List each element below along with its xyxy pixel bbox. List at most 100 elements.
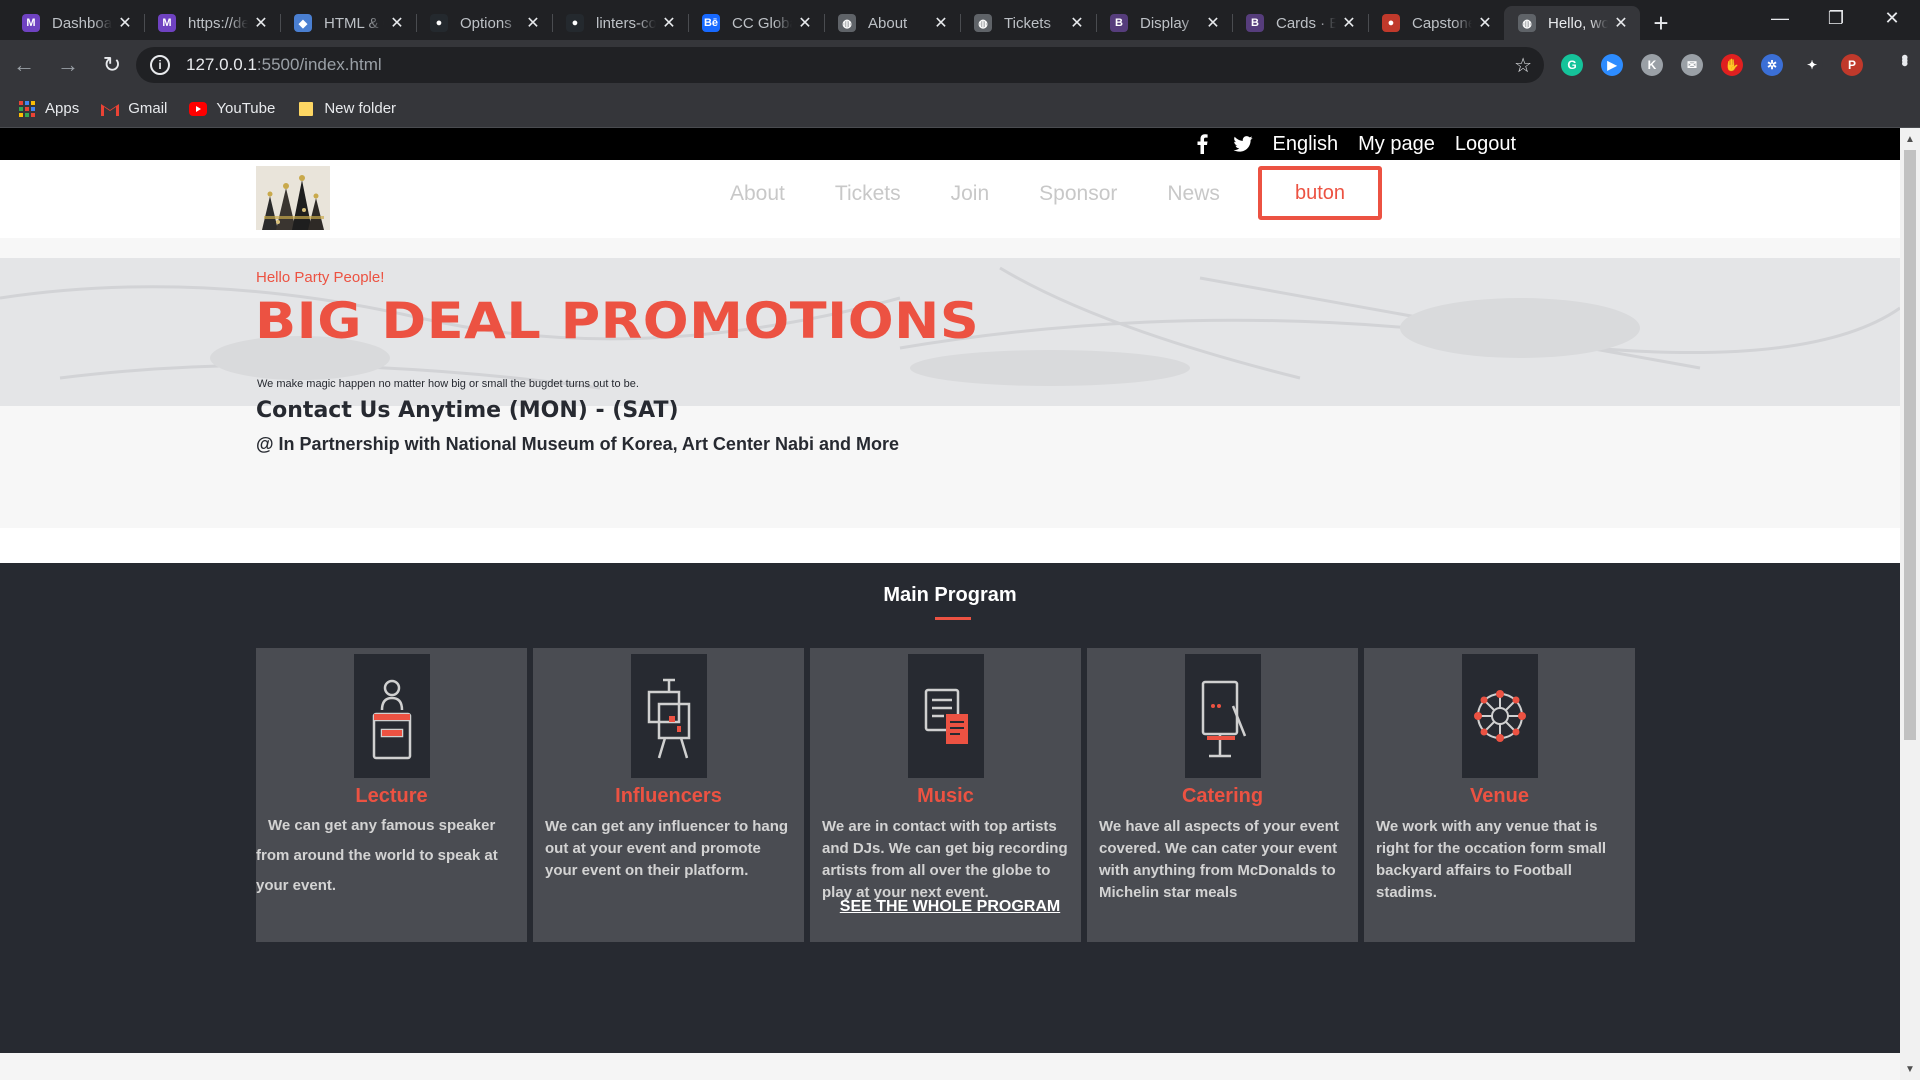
bookmark-label: Gmail <box>128 100 168 117</box>
hand-icon[interactable]: ✋ <box>1716 49 1748 81</box>
close-window-icon[interactable]: ✕ <box>1864 0 1920 36</box>
facebook-icon[interactable] <box>1193 134 1213 154</box>
browser-tab[interactable]: ● linters-config✕ <box>552 6 688 40</box>
scroll-thumb[interactable] <box>1904 150 1916 740</box>
logout-link[interactable]: Logout <box>1455 133 1516 156</box>
close-icon[interactable]: ✕ <box>660 13 678 33</box>
globe-icon: ◍ <box>974 14 992 32</box>
tab-title: About <box>868 14 908 32</box>
window-controls: — ❐ ✕ <box>1752 0 1920 40</box>
browser-tab[interactable]: ● Options ✕ <box>416 6 552 40</box>
browser-tab[interactable]: Mhttps://dev✕ <box>144 6 280 40</box>
reload-icon[interactable]: ↻ <box>92 45 132 85</box>
restore-icon[interactable]: ❐ <box>1808 0 1864 36</box>
scroll-up-icon[interactable]: ▲ <box>1900 130 1920 148</box>
browser-tab[interactable]: ● Capstone ✕ <box>1368 6 1504 40</box>
browser-toolbar: ← → ↻ i 127.0.0.1:5500/index.html ☆ G ▶ K ✉… <box>0 40 1920 90</box>
card-title: Catering <box>1181 785 1264 807</box>
back-arrow-icon[interactable]: ← <box>4 45 44 85</box>
zoom-icon[interactable]: ▶ <box>1596 49 1628 81</box>
close-icon[interactable]: ✕ <box>1612 13 1630 33</box>
puzzle-icon[interactable]: ✦ <box>1796 49 1828 81</box>
nav-tickets[interactable]: Tickets <box>835 182 901 206</box>
snowflake-icon[interactable]: ✲ <box>1756 49 1788 81</box>
card-description: We can get any influencer to hang out at… <box>545 818 789 879</box>
bootstrap-icon: B <box>1110 14 1128 32</box>
nav-about[interactable]: About <box>730 182 785 206</box>
browser-tab[interactable]: B Display ✕ <box>1096 6 1232 40</box>
section-title: Main Program <box>883 584 1017 606</box>
tab-list: MDashboard✕Mhttps://dev✕◆HTML & CSS✕●Opt… <box>8 6 1640 40</box>
bookmark-gmail[interactable]: Gmail <box>101 100 167 118</box>
close-icon[interactable]: ✕ <box>1204 13 1222 33</box>
site-logo[interactable] <box>256 166 330 230</box>
scroll-down-icon[interactable]: ▼ <box>1900 1060 1920 1078</box>
close-icon[interactable]: ✕ <box>796 13 814 33</box>
card-title: Lecture <box>355 785 428 807</box>
grammarly-icon[interactable]: G <box>1556 49 1588 81</box>
tab-title: Options <box>460 14 512 32</box>
k-extension-icon[interactable]: K <box>1636 49 1668 81</box>
nav-news[interactable]: News <box>1167 182 1220 206</box>
browser-tab[interactable]: ◍ About ✕ <box>824 6 960 40</box>
bookmark-apps[interactable]: Apps <box>18 100 79 118</box>
minimize-icon[interactable]: — <box>1752 0 1808 36</box>
browser-tab[interactable]: M Dashboard✕ <box>8 6 144 40</box>
close-icon[interactable]: ✕ <box>116 13 134 33</box>
card-description: We work with any venue that is right for… <box>1376 818 1607 901</box>
bookmark-label: Apps <box>45 100 80 117</box>
puzzle-icon-glyph: ✦ <box>1801 54 1823 76</box>
gear-icon: ◆ <box>294 14 312 32</box>
title-underline <box>935 617 971 620</box>
browser-tab[interactable]: B Cards · Bootstrap✕ <box>1232 6 1368 40</box>
network-icon <box>1461 654 1538 778</box>
browser-tab[interactable]: ◆ HTML & CSS✕ <box>280 6 416 40</box>
close-icon[interactable]: ✕ <box>1476 13 1494 33</box>
close-icon[interactable]: ✕ <box>1340 13 1358 33</box>
bookmarks-bar: Apps Gmail YouTube New folder <box>0 90 1920 128</box>
close-icon[interactable]: ✕ <box>388 13 406 33</box>
nav-sponsor[interactable]: Sponsor <box>1039 182 1117 206</box>
twitter-icon[interactable] <box>1232 136 1253 152</box>
profile-avatar-icon[interactable]: P <box>1836 49 1868 81</box>
my-page-link[interactable]: My page <box>1358 133 1435 156</box>
page-scrollbar[interactable]: ▲ ▼ <box>1900 128 1920 1080</box>
k-extension-icon-glyph: K <box>1641 54 1663 76</box>
main-nav: About Tickets Join Sponsor News <box>730 182 1220 206</box>
mail-icon[interactable]: ✉ <box>1676 49 1708 81</box>
bookmark-star-icon[interactable]: ☆ <box>1514 53 1532 78</box>
globe-icon: ◍ <box>838 14 856 32</box>
url-text[interactable]: 127.0.0.1:5500/index.html <box>186 55 382 75</box>
close-icon[interactable]: ✕ <box>1068 13 1086 33</box>
behance-icon: Bē <box>702 14 720 32</box>
tab-title: Display <box>1140 14 1190 32</box>
card-title: Venue <box>1470 785 1529 807</box>
browser-tab[interactable]: ◍ Hello, world✕ <box>1504 6 1640 40</box>
nav-join[interactable]: Join <box>951 182 990 206</box>
hero-section: Hello Party People! BIG DEAL PROMOTIONS … <box>0 238 1900 528</box>
address-bar[interactable]: i 127.0.0.1:5500/index.html ☆ <box>136 47 1544 83</box>
language-link[interactable]: English <box>1273 133 1339 156</box>
close-icon[interactable]: ✕ <box>524 13 542 33</box>
bookmark-label: New folder <box>324 100 397 117</box>
forward-arrow-icon[interactable]: → <box>48 45 88 85</box>
tab-title: CC Global <box>732 14 792 32</box>
new-tab-button[interactable]: + <box>1642 6 1680 40</box>
next-section-peek <box>0 1053 1900 1080</box>
hero-contact: Contact Us Anytime (MON) - (SAT) <box>256 398 679 423</box>
kebab-menu-icon[interactable]: ••• <box>1893 54 1915 63</box>
card-description: We can get any famous speaker from aroun… <box>256 817 498 894</box>
info-icon[interactable]: i <box>150 55 170 75</box>
see-program-link[interactable]: SEE THE WHOLE PROGRAM <box>0 898 1900 916</box>
browser-tab[interactable]: Bē CC Global✕ <box>688 6 824 40</box>
card-title: Music <box>917 785 974 807</box>
tab-title: Hello, world <box>1548 14 1608 32</box>
bookmark-folder[interactable]: New folder <box>297 100 396 118</box>
cta-button[interactable]: buton <box>1258 166 1382 220</box>
browser-tab[interactable]: ◍ Tickets ✕ <box>960 6 1096 40</box>
bookmark-youtube[interactable]: YouTube <box>189 100 275 118</box>
app-icon: M <box>22 14 40 32</box>
presentation-icon <box>1184 654 1261 778</box>
close-icon[interactable]: ✕ <box>252 13 270 33</box>
close-icon[interactable]: ✕ <box>932 13 950 33</box>
